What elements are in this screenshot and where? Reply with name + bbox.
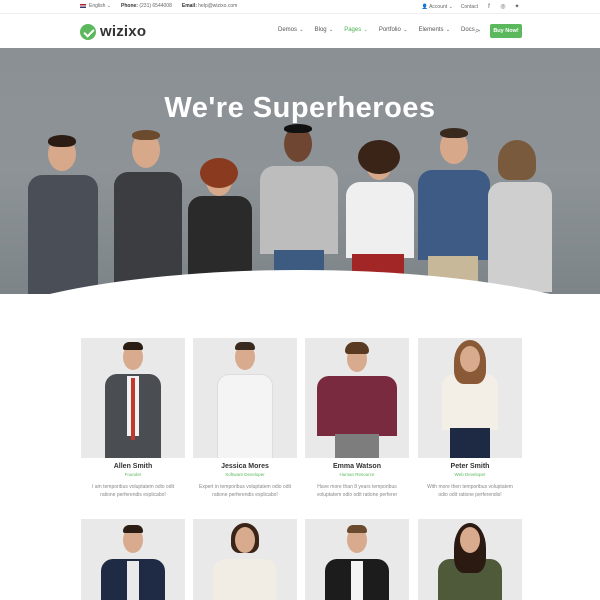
team-card[interactable]: Allen Smith Founder I am temporibus volu… — [81, 338, 185, 499]
member-role: Web Developer — [454, 472, 486, 477]
team-card[interactable]: Emma Watson Human Resource Have more tha… — [305, 338, 409, 499]
nav-item-elements[interactable]: Elements ⌄ — [418, 27, 450, 33]
team-card[interactable] — [305, 519, 409, 600]
member-photo — [193, 519, 297, 600]
team-card[interactable] — [193, 519, 297, 600]
buy-now-button[interactable]: Buy Now! — [490, 24, 522, 38]
team-card[interactable] — [418, 519, 522, 600]
logo[interactable]: wizixo — [80, 23, 146, 40]
facebook-icon[interactable]: f — [486, 4, 492, 10]
top-bar: English ⌄ Phone: (231) 6544008 Email: he… — [0, 0, 600, 14]
hero-person — [482, 140, 558, 294]
email-info[interactable]: Email: help@wizixo.com — [182, 3, 237, 9]
main-header: wizixo Demos ⌄ Blog ⌄ Pages ⌄ Portfolio … — [0, 14, 600, 48]
contact-link[interactable]: Contact — [461, 4, 478, 10]
member-name: Jessica Mores — [221, 463, 269, 470]
member-photo — [305, 519, 409, 600]
hero-person — [108, 128, 188, 294]
twitter-icon[interactable]: ✦ — [514, 3, 520, 10]
member-photo — [418, 519, 522, 600]
member-role: Founder — [124, 472, 142, 477]
member-photo — [305, 338, 409, 458]
member-description: With more then temporibus voluptatem odi… — [427, 484, 513, 498]
hero-person — [18, 133, 108, 294]
team-card[interactable] — [81, 519, 185, 600]
phone-info: Phone: (231) 6544008 — [121, 3, 172, 9]
hero-banner: We're Superheroes — [0, 48, 600, 294]
chevron-down-icon: ⌄ — [106, 3, 111, 9]
chevron-down-icon: ⌄ — [362, 27, 368, 33]
member-role: Software Developer — [225, 472, 265, 477]
team-card[interactable]: Peter Smith Web Developer With more then… — [418, 338, 522, 499]
member-name: Emma Watson — [333, 463, 381, 470]
chevron-down-icon: ⌄ — [401, 27, 408, 33]
chevron-down-icon: ⌄ — [327, 27, 334, 33]
flag-icon — [80, 3, 86, 8]
chevron-down-icon: ⌄ — [444, 27, 451, 33]
chevron-down-icon: ⌄ — [298, 27, 304, 33]
hero-person — [252, 120, 344, 294]
member-name: Allen Smith — [113, 463, 153, 470]
member-role: Human Resource — [339, 472, 375, 477]
language-selector[interactable]: English ⌄ — [80, 3, 111, 9]
nav-item-pages[interactable]: Pages ⌄ — [344, 27, 368, 33]
member-description: Expert in temporibus voluptatem odio odi… — [199, 484, 291, 498]
member-photo — [81, 338, 185, 458]
member-description: Have more than 8 years temporibus volupt… — [316, 484, 398, 498]
instagram-icon[interactable]: ◎ — [500, 3, 506, 10]
nav-item-blog[interactable]: Blog ⌄ — [315, 27, 334, 33]
search-icon[interactable]: ⌕ — [475, 26, 479, 36]
account-menu[interactable]: 👤 Account ⌄ — [422, 4, 453, 10]
nav-item-demos[interactable]: Demos ⌄ — [278, 27, 304, 33]
member-photo — [81, 519, 185, 600]
main-nav: Demos ⌄ Blog ⌄ Pages ⌄ Portfolio ⌄ Eleme… — [278, 27, 481, 33]
logo-mark-icon — [80, 23, 96, 40]
member-photo — [193, 338, 297, 458]
hero-title: We're Superheroes — [164, 92, 436, 124]
nav-item-portfolio[interactable]: Portfolio ⌄ — [379, 27, 408, 33]
member-name: Peter Smith — [450, 463, 490, 470]
member-photo — [418, 338, 522, 458]
member-description: I am temporibus voluptatem odio odit rat… — [92, 484, 174, 498]
team-card[interactable]: Jessica Mores Software Developer Expert … — [193, 338, 297, 499]
user-icon: 👤 — [421, 3, 428, 10]
chevron-down-icon: ⌄ — [448, 3, 453, 10]
